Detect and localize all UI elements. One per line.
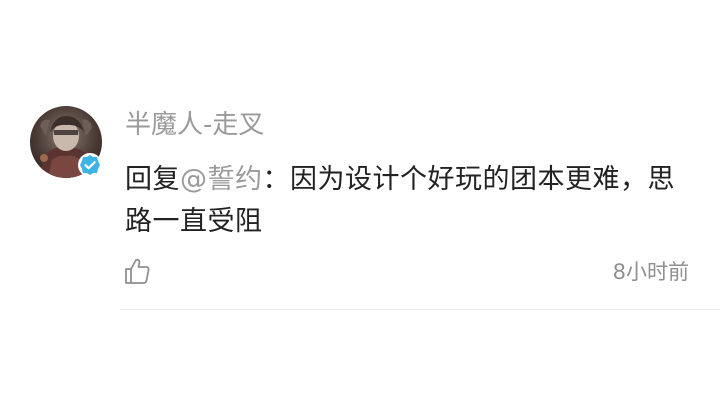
timestamp: 8小时前 — [612, 260, 689, 284]
comment-item: 半魔人-走叉 回复@誓约：因为设计个好玩的团本更难，思路一直受阻 8小时前 — [0, 0, 720, 404]
thumbs-up-icon — [125, 258, 150, 284]
verified-badge — [78, 153, 102, 177]
mention-link[interactable]: @誓约 — [180, 164, 263, 195]
divider — [120, 309, 720, 310]
reply-prefix: 回复 — [125, 164, 180, 195]
like-button[interactable] — [120, 254, 154, 288]
avatar[interactable] — [30, 106, 102, 178]
comment-content: 回复@誓约：因为设计个好玩的团本更难，思路一直受阻 — [125, 159, 700, 243]
username[interactable]: 半魔人-走叉 — [125, 108, 264, 142]
verified-check-icon — [80, 155, 100, 175]
